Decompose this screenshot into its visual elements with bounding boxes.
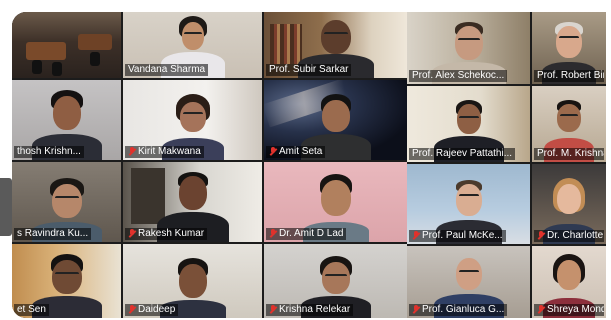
participant-name-label: thosh Krishn... (14, 146, 84, 158)
video-tile-charlotte-palmer[interactable]: Dr. Charlotte Pa... (532, 164, 606, 244)
participant-face (557, 104, 581, 132)
glasses-icon (324, 274, 347, 278)
glasses-icon (457, 38, 480, 42)
participant-name-label: Shreya Mondal (534, 304, 604, 316)
video-tile-paul-mckenna[interactable]: Prof. Paul McKe... (407, 164, 530, 244)
glasses-icon (183, 32, 202, 36)
mic-off-icon (412, 231, 420, 241)
mic-off-icon (128, 229, 136, 239)
conference-table (26, 42, 66, 60)
participant-name-label: Daideep (125, 304, 179, 316)
chair (32, 60, 42, 74)
participant-name-label: Vandana Sharma (125, 64, 209, 76)
video-tile-shreya-mondal[interactable]: Shreya Mondal (532, 246, 606, 318)
glasses-icon (323, 32, 348, 36)
gallery-view-right: Prof. Alex Schekoc... Prof. Robert Bingh… (407, 12, 606, 318)
gallery-view-left: Vandana Sharma Prof. Subir Sarkar thosh … (12, 12, 407, 318)
glasses-icon (559, 36, 579, 40)
bookshelf (270, 24, 302, 64)
video-tile-daideep[interactable]: Daideep (123, 244, 262, 318)
participant-face (557, 184, 581, 214)
mic-off-icon (537, 305, 545, 315)
glasses-icon (54, 196, 79, 200)
glasses-icon (560, 114, 578, 118)
participant-name-label: Prof. Alex Schekoc... (409, 70, 508, 82)
participant-name-label: Dr. Amit D Lad (266, 228, 347, 240)
participant-face (455, 184, 482, 216)
participant-face (320, 180, 351, 216)
participant-name-label: Prof. Robert Bingha... (534, 70, 604, 82)
video-tile-krishna-relekar[interactable]: Krishna Relekar (264, 244, 407, 318)
participant-face (51, 260, 82, 294)
participant-name-label: Rakesh Kumar (125, 228, 208, 240)
video-tile-m-krishnamurthy[interactable]: Prof. M. Krishnamu... (532, 86, 606, 162)
participant-face (321, 100, 350, 132)
video-tile-amit-lad[interactable]: Dr. Amit D Lad (264, 162, 407, 242)
glasses-icon (458, 116, 479, 120)
participant-face (557, 260, 581, 290)
video-tile-gianluca-gregori[interactable]: Prof. Gianluca G... (407, 246, 530, 318)
participant-face (181, 22, 204, 50)
mic-off-icon (128, 305, 136, 315)
participant-name-label: s Ravindra Ku... (14, 228, 92, 240)
mic-off-icon (269, 229, 277, 239)
chair (52, 62, 62, 76)
chair (90, 52, 100, 66)
video-tile-rajeev-pattathil[interactable]: Prof. Rajeev Pattathi... (407, 86, 530, 162)
mic-off-icon (269, 305, 277, 315)
participant-face (178, 176, 207, 210)
video-tile-subir-sarkar[interactable]: Prof. Subir Sarkar (264, 12, 407, 78)
video-tile-santhosh-krishnan[interactable]: thosh Krishn... (12, 80, 121, 160)
participant-face (454, 26, 483, 60)
video-tile-alex-schekochihin[interactable]: Prof. Alex Schekoc... (407, 12, 530, 84)
participant-face (556, 26, 582, 58)
participant-face (455, 258, 482, 290)
participant-name-label: Dr. Charlotte Pa... (534, 230, 604, 242)
conference-table (78, 34, 112, 50)
glasses-icon (182, 112, 203, 116)
glasses-icon (54, 272, 79, 276)
participant-name-label: Prof. M. Krishnamu... (534, 148, 604, 160)
doorway (131, 168, 165, 224)
participant-name-label: et Sen (14, 304, 49, 316)
participant-face (51, 184, 82, 218)
mic-off-icon (537, 231, 545, 241)
video-tile-ravindra[interactable]: s Ravindra Ku... (12, 162, 121, 242)
participant-name-label: Prof. Paul McKe... (409, 230, 506, 242)
mic-off-icon (412, 305, 420, 315)
window-edge-handle (0, 178, 12, 236)
video-tile-empty-room[interactable] (12, 12, 121, 78)
participant-name-label: Prof. Subir Sarkar (266, 64, 352, 76)
participant-name-label: Krishna Relekar (266, 304, 354, 316)
video-tile-rakesh-kumar[interactable]: Rakesh Kumar (123, 162, 262, 242)
video-tile-robert-bingham[interactable]: Prof. Robert Bingha... (532, 12, 606, 84)
participant-face (178, 264, 207, 298)
participant-face (320, 20, 351, 54)
video-tile-sen[interactable]: et Sen (12, 244, 121, 318)
mic-off-icon (128, 147, 136, 157)
participant-name-label: Amit Seta (266, 146, 326, 158)
participant-name-label: Prof. Rajeev Pattathi... (409, 148, 516, 160)
video-tile-kirit-makwana[interactable]: Kirit Makwana (123, 80, 262, 160)
glasses-icon (458, 194, 479, 198)
glasses-icon (458, 270, 479, 274)
participant-face (52, 96, 81, 130)
participant-name-label: Kirit Makwana (125, 146, 204, 158)
video-tile-vandana-sharma[interactable]: Vandana Sharma (123, 12, 262, 78)
video-tile-amit-seta[interactable]: Amit Seta (264, 80, 407, 160)
participant-name-label: Prof. Gianluca G... (409, 304, 508, 316)
mic-off-icon (269, 147, 277, 157)
participant-face (321, 262, 350, 294)
participant-face (179, 102, 206, 132)
